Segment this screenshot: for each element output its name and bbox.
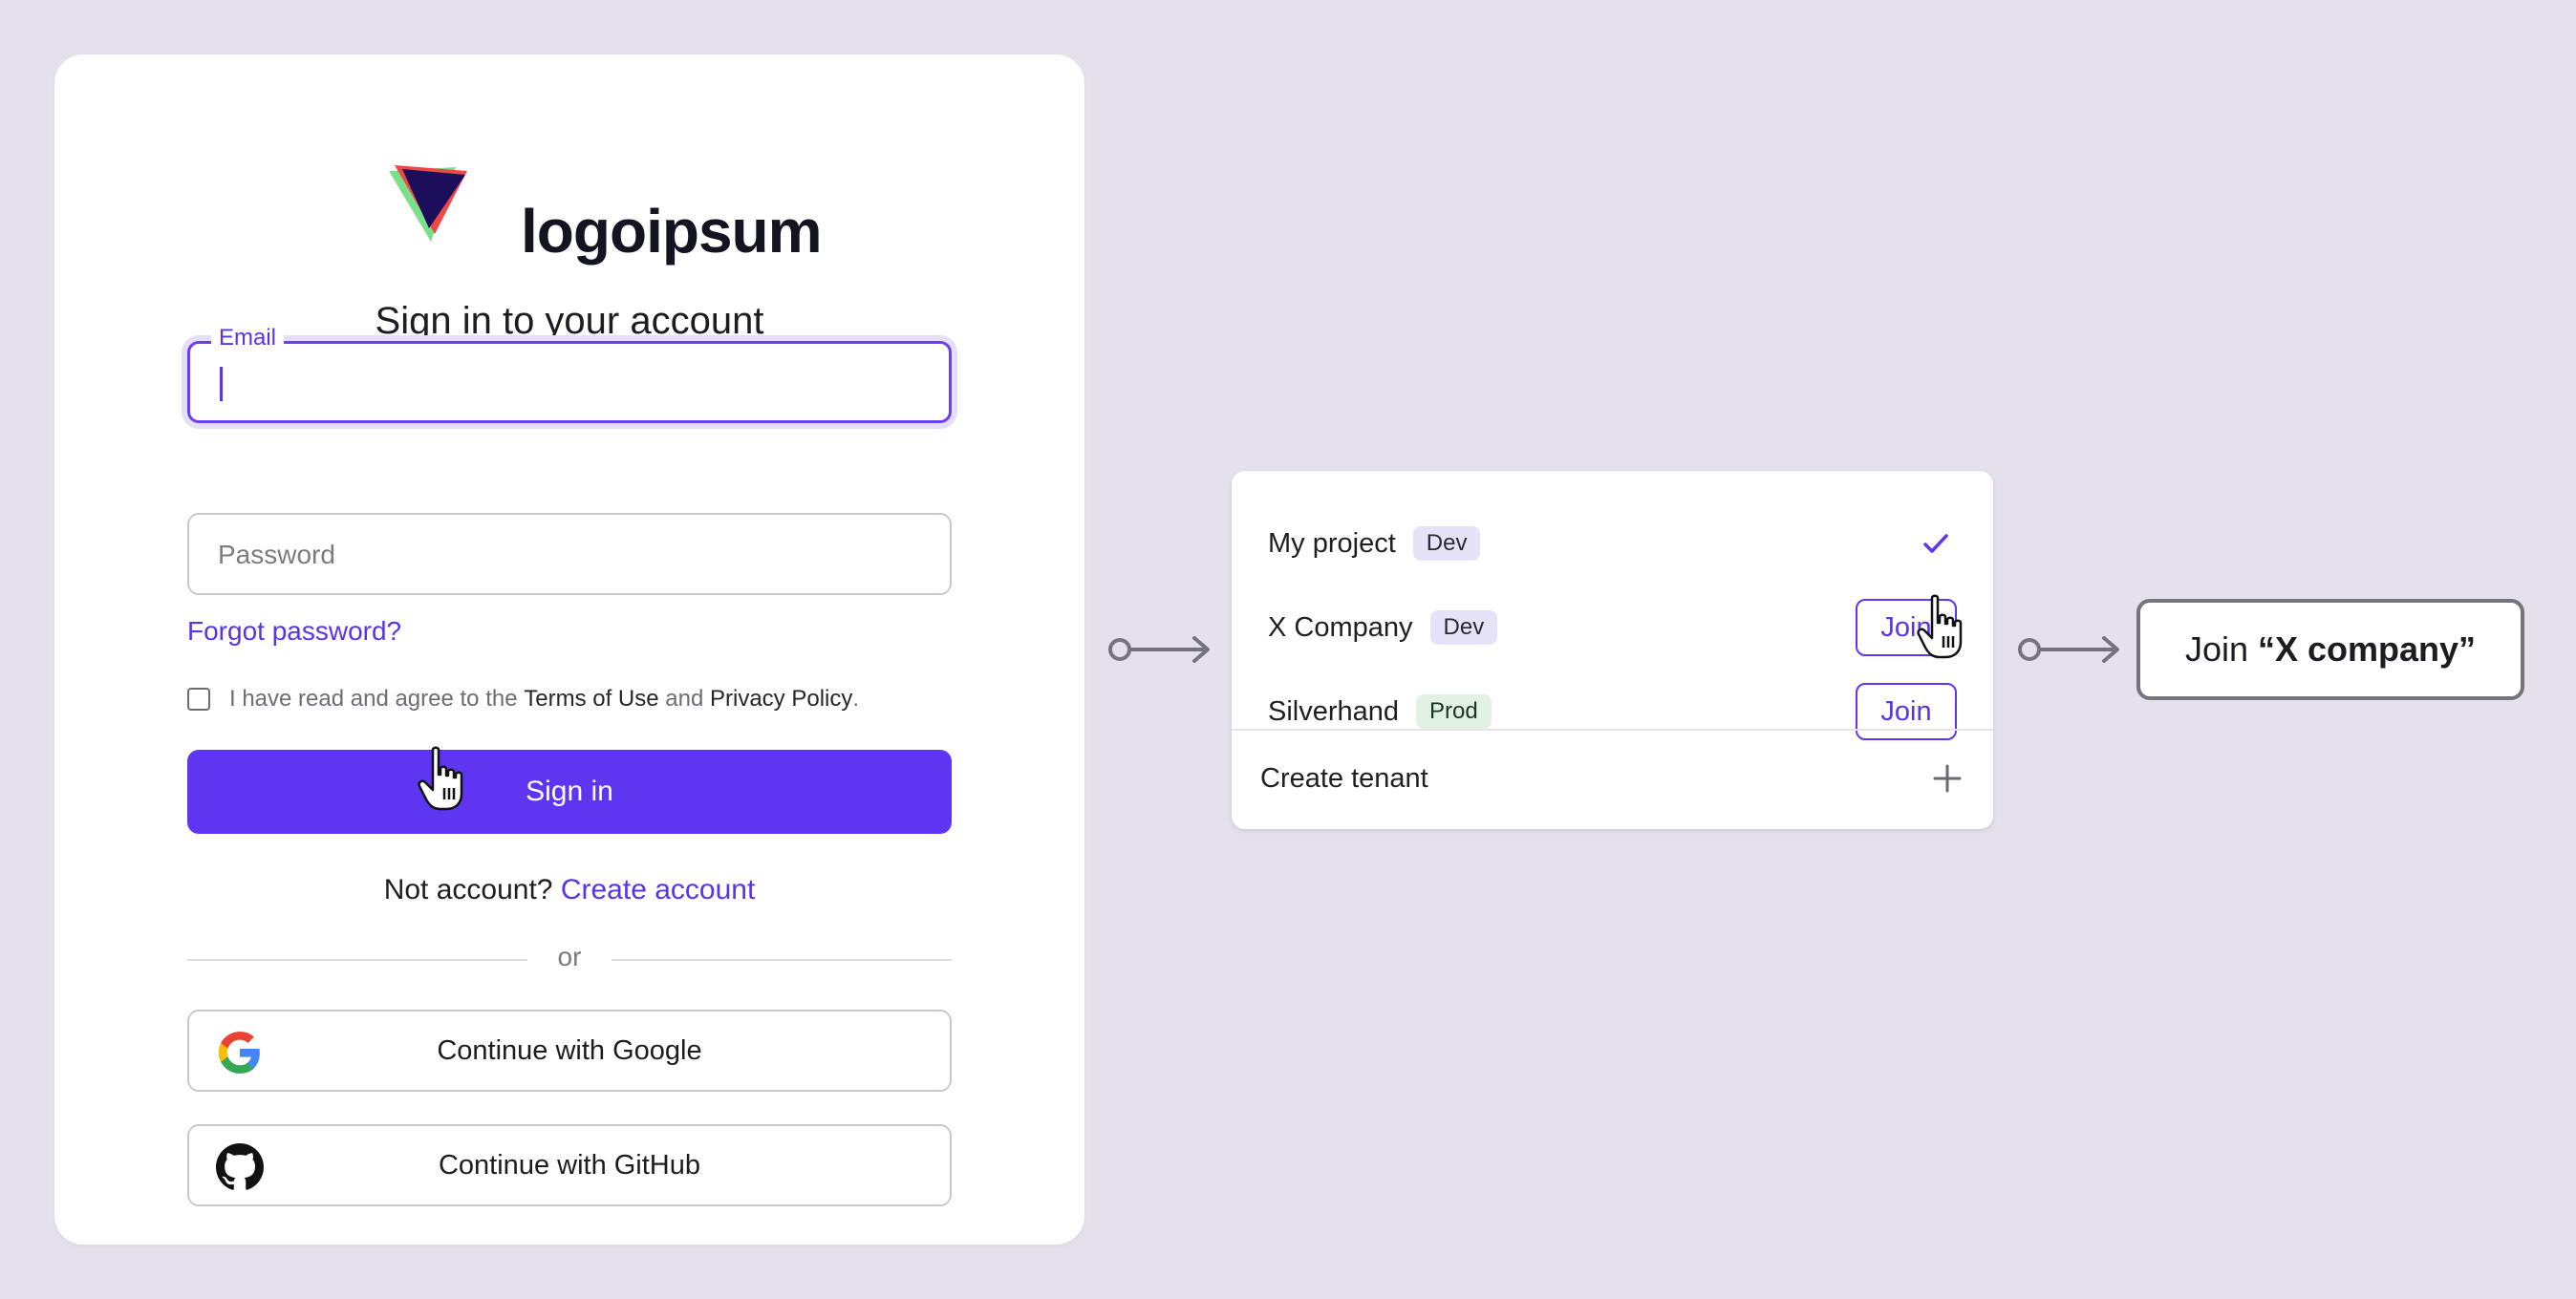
- brand-logo: logoipsum: [385, 150, 825, 284]
- email-field[interactable]: Email: [187, 325, 952, 423]
- or-divider: or: [187, 942, 952, 971]
- logo-text: logoipsum: [521, 197, 823, 266]
- password-field[interactable]: Password: [187, 513, 952, 595]
- google-icon: [218, 1032, 260, 1074]
- tenant-name: X Company: [1268, 611, 1413, 643]
- create-tenant-label: Create tenant: [1260, 762, 1428, 794]
- continue-with-google-button[interactable]: Continue with Google: [187, 1010, 952, 1092]
- google-button-label: Continue with Google: [437, 1034, 702, 1066]
- tenant-name: Silverhand: [1268, 695, 1400, 727]
- environment-badge: Dev: [1429, 610, 1498, 645]
- join-result-box: Join “X company”: [2136, 599, 2524, 700]
- terms-of-use-link[interactable]: Terms of Use: [524, 686, 658, 713]
- environment-badge: Dev: [1412, 526, 1481, 561]
- no-account-text: Not account?: [383, 874, 553, 905]
- privacy-policy-link[interactable]: Privacy Policy: [710, 686, 852, 713]
- terms-checkbox[interactable]: [187, 688, 210, 711]
- cursor-hand-icon: [418, 746, 463, 811]
- text-caret: [220, 367, 223, 401]
- tenant-item-x-company[interactable]: X Company Dev Join: [1268, 599, 1957, 656]
- page-title: Sign in to your account: [375, 300, 764, 342]
- github-icon: [216, 1143, 264, 1190]
- terms-agreement: I have read and agree to the Terms of Us…: [187, 685, 859, 713]
- tenant-menu: My project Dev X Company Dev Join Silver…: [1232, 471, 1993, 829]
- tenant-item-my-project[interactable]: My project Dev: [1268, 515, 1957, 572]
- tenant-name: My project: [1268, 527, 1396, 559]
- forgot-password-link[interactable]: Forgot password?: [187, 616, 401, 647]
- environment-badge: Prod: [1416, 694, 1492, 729]
- terms-and: and: [658, 686, 710, 712]
- checkmark-icon: [1923, 534, 1948, 553]
- cursor-hand-icon: [1917, 594, 1963, 659]
- signup-prompt: Not account? Create account: [54, 874, 1084, 906]
- create-tenant-item[interactable]: Create tenant: [1260, 750, 1964, 807]
- password-placeholder: Password: [218, 540, 335, 569]
- terms-suffix: .: [852, 686, 860, 712]
- or-text: or: [557, 942, 582, 971]
- plus-icon: [1933, 764, 1962, 793]
- tenant-item-silverhand[interactable]: Silverhand Prod Join: [1268, 683, 1957, 740]
- sign-in-card: logoipsum Sign in to your account Email …: [54, 54, 1084, 1245]
- result-prefix: Join: [2184, 629, 2258, 669]
- continue-with-github-button[interactable]: Continue with GitHub: [187, 1124, 952, 1206]
- create-account-link[interactable]: Create account: [561, 874, 755, 905]
- result-company: “X company”: [2257, 629, 2477, 669]
- email-label: Email: [211, 325, 285, 351]
- github-button-label: Continue with GitHub: [438, 1149, 701, 1181]
- terms-prefix: I have read and agree to the: [229, 686, 525, 712]
- join-button[interactable]: Join: [1856, 683, 1957, 740]
- arrow-connector-icon: [1108, 636, 1210, 663]
- menu-divider: [1232, 729, 1993, 731]
- arrow-connector-icon: [2018, 636, 2119, 663]
- sign-in-button[interactable]: Sign in: [187, 750, 952, 834]
- logo-icon: [389, 165, 467, 242]
